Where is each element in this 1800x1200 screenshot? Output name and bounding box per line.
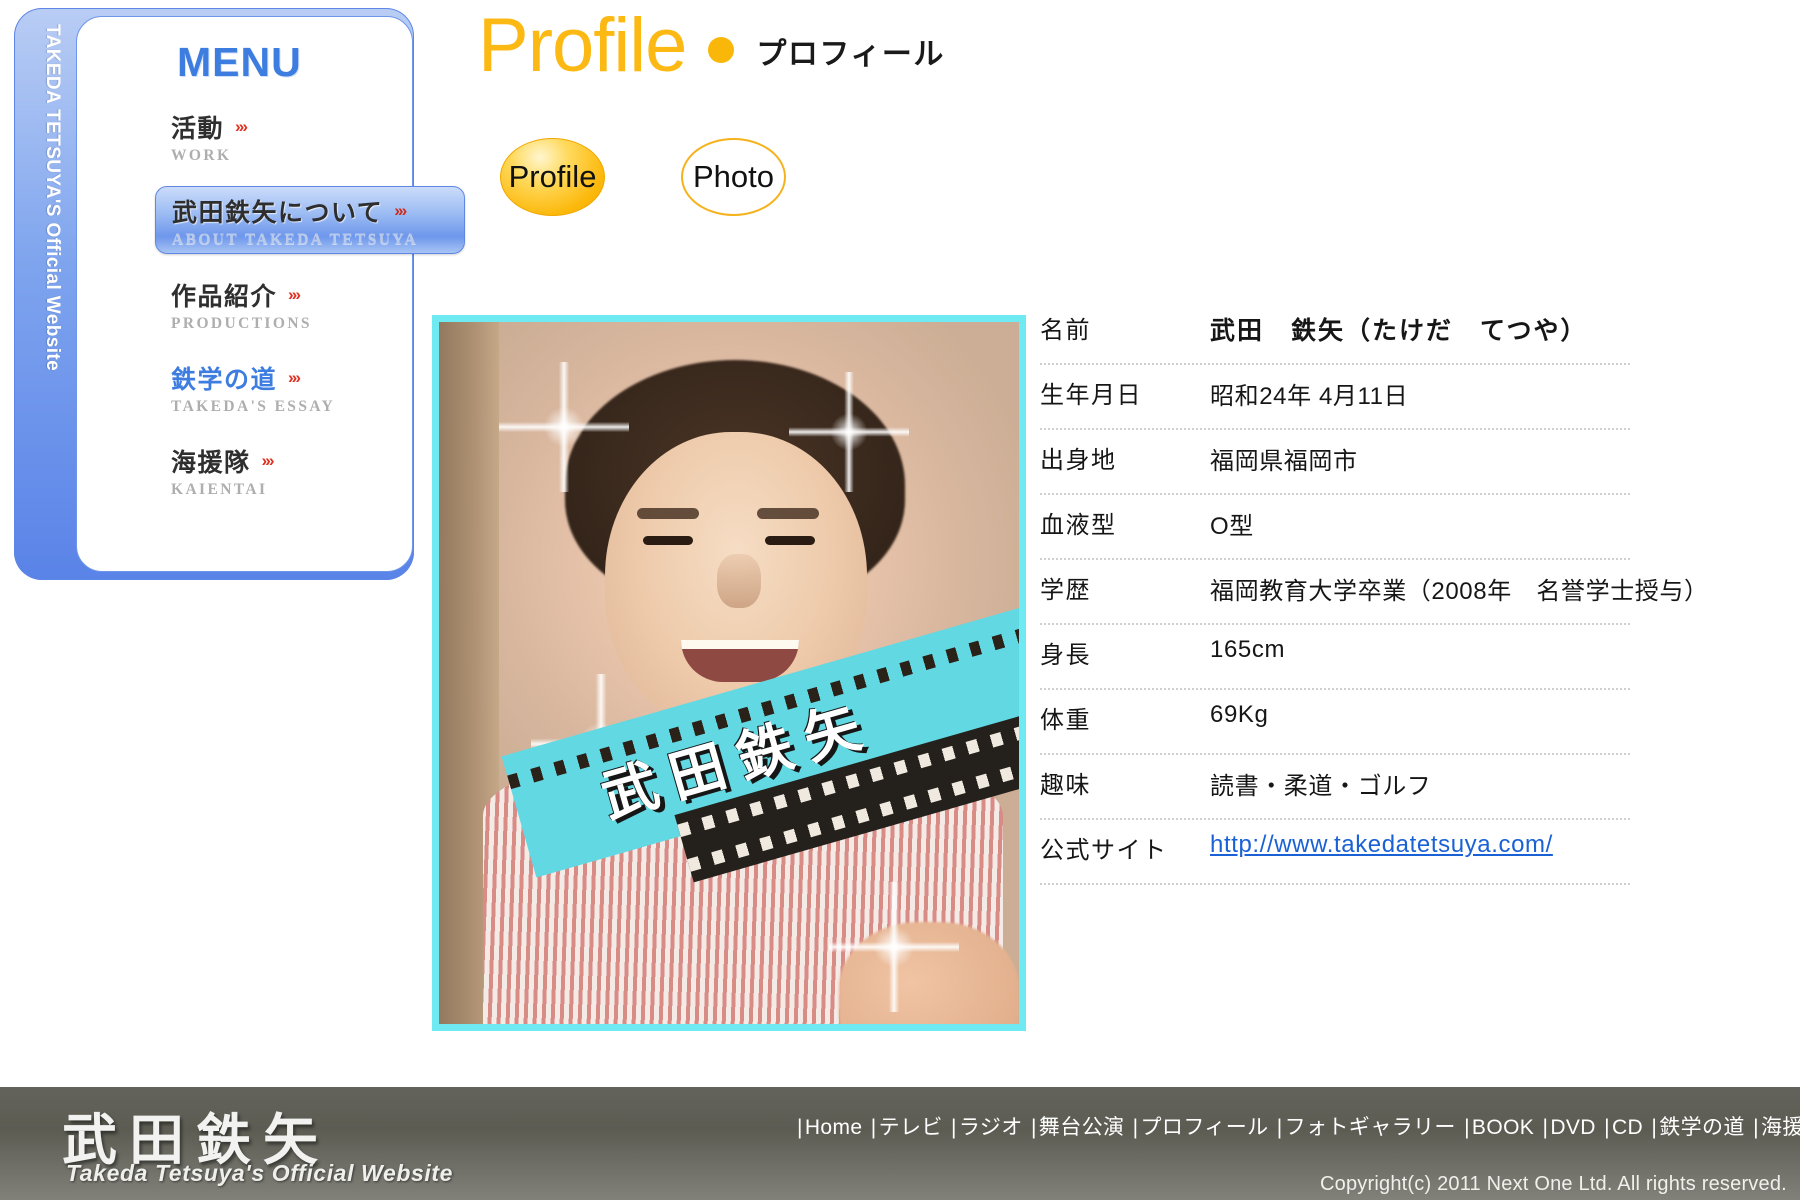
profile-row: 趣味 読書・柔道・ゴルフ — [1040, 755, 1630, 820]
chevron-right-icon: ››› — [394, 201, 407, 220]
sidebar: TAKEDA TETSUYA'S Official Website MENU 活… — [14, 8, 465, 580]
footer-nav-separator: | — [1651, 1116, 1658, 1139]
footer-nav-link-0[interactable]: Home — [805, 1116, 863, 1139]
footer-nav-separator: | — [1276, 1116, 1283, 1139]
footer-nav-separator: | — [1132, 1116, 1139, 1139]
profile-value[interactable]: http://www.takedatetsuya.com/ — [1210, 820, 1553, 859]
profile-photo: 武田鉄矢 — [432, 315, 1026, 1031]
profile-value: O型 — [1210, 513, 1254, 540]
photo-eye-right — [765, 536, 815, 545]
sidebar-panel: MENU 活動 ››› WORK 武田鉄矢について ››› ABOUT TAKEDA TE… — [76, 16, 465, 572]
menu-heading: MENU — [177, 39, 302, 85]
footer-nav-separator: | — [1464, 1116, 1470, 1139]
profile-label: 血液型 — [1040, 512, 1117, 539]
profile-row: 名前 武田 鉄矢（たけだ てつや） — [1040, 300, 1630, 365]
profile-value: 福岡教育大学卒業（2008年 名誉学士授与） — [1210, 578, 1709, 605]
footer-nav-separator: | — [870, 1116, 877, 1139]
profile-row: 学歴 福岡教育大学卒業（2008年 名誉学士授与） — [1040, 560, 1708, 625]
footer-nav-link-1[interactable]: テレビ — [879, 1116, 943, 1139]
footer-nav-link-6[interactable]: BOOK — [1472, 1116, 1534, 1139]
footer-nav-link-4[interactable]: プロフィール — [1141, 1116, 1269, 1139]
sidebar-item-label-en: PRODUCTIONS — [171, 315, 312, 332]
footer-nav-link-7[interactable]: DVD — [1550, 1116, 1596, 1139]
sidebar-item-label-jp: 海援隊 — [171, 449, 251, 477]
sidebar-item-label-en: WORK — [171, 147, 232, 164]
profile-details-table: 名前 武田 鉄矢（たけだ てつや） 生年月日 昭和24年 4月11日出身地 福岡県福岡市… — [1040, 300, 1708, 885]
profile-value: 165cm — [1210, 636, 1286, 663]
chevron-right-icon: ››› — [288, 285, 301, 304]
sidebar-item-label-jp: 鉄学の道 — [171, 366, 278, 394]
profile-row: 公式サイト http://www.takedatetsuya.com/ — [1040, 820, 1630, 885]
footer-nav-link-3[interactable]: 舞台公演 — [1039, 1116, 1125, 1139]
site-footer: 武田鉄矢 Takeda Tetsuya's Official Website |… — [0, 1087, 1800, 1200]
profile-row: 生年月日 昭和24年 4月11日 — [1040, 365, 1630, 430]
tab-photo[interactable]: Photo — [681, 138, 786, 216]
chevron-right-icon: ››› — [235, 117, 248, 136]
page-title-jp: プロフィール — [756, 38, 945, 71]
profile-row: 血液型 O型 — [1040, 495, 1630, 560]
profile-value: 69Kg — [1210, 701, 1269, 728]
photo-brow-left — [637, 508, 699, 519]
chevron-right-icon: ››› — [261, 451, 275, 470]
profile-label: 公式サイト — [1040, 837, 1168, 864]
profile-label: 趣味 — [1040, 772, 1091, 799]
profile-row: 身長 165cm — [1040, 625, 1630, 690]
profile-label: 名前 — [1040, 317, 1091, 344]
photo-nose — [717, 554, 761, 608]
chevron-right-icon: ››› — [288, 368, 301, 387]
footer-nav-link-2[interactable]: ラジオ — [959, 1116, 1023, 1139]
footer-nav-separator: | — [1604, 1116, 1610, 1139]
sidebar-item-label-jp: 活動 — [171, 115, 225, 143]
profile-label: 体重 — [1040, 707, 1091, 734]
sidebar-item-0[interactable]: 活動 ››› WORK — [155, 103, 465, 169]
sidebar-item-label-jp: 作品紹介 — [171, 283, 278, 311]
profile-value: 福岡県福岡市 — [1210, 448, 1358, 475]
profile-value: 読書・柔道・ゴルフ — [1210, 773, 1432, 800]
sidebar-item-label-jp: 武田鉄矢について — [172, 199, 384, 227]
photo-eye-left — [643, 536, 693, 545]
sidebar-item-3[interactable]: 鉄学の道 ››› TAKEDA'S ESSAY — [155, 354, 465, 420]
page-title-en: Profile — [478, 3, 687, 88]
profile-photo-tabs: Profile Photo — [500, 138, 786, 216]
sidebar-item-1[interactable]: 武田鉄矢について ››› ABOUT TAKEDA TETSUYA — [155, 186, 465, 254]
footer-nav-link-5[interactable]: フォトギャラリー — [1285, 1116, 1456, 1139]
photo-brow-right — [757, 508, 819, 519]
footer-nav-separator: | — [1542, 1116, 1549, 1139]
footer-logo-en: Takeda Tetsuya's Official Website — [66, 1160, 454, 1186]
footer-copyright: Copyright(c) 2011 Next One Ltd. All righ… — [1320, 1173, 1787, 1195]
profile-label: 生年月日 — [1040, 382, 1142, 409]
page-title: Profile プロフィール — [478, 8, 945, 84]
footer-nav-link-9[interactable]: 鉄学の道 — [1659, 1116, 1745, 1139]
footer-nav-separator: | — [951, 1116, 957, 1139]
profile-row: 出身地 福岡県福岡市 — [1040, 430, 1630, 495]
photo-hand — [839, 922, 1019, 1024]
tab-profile[interactable]: Profile — [500, 138, 605, 216]
sidebar-item-4[interactable]: 海援隊 ››› KAIENTAI — [155, 437, 465, 503]
official-site-link[interactable]: http://www.takedatetsuya.com/ — [1210, 831, 1553, 858]
footer-nav-link-8[interactable]: CD — [1612, 1116, 1643, 1139]
sidebar-item-2[interactable]: 作品紹介 ››› PRODUCTIONS — [155, 271, 465, 337]
sidebar-menu-list: 活動 ››› WORK 武田鉄矢について ››› ABOUT TAKEDA TETSUYA… — [155, 103, 465, 520]
sidebar-item-label-en: ABOUT TAKEDA TETSUYA — [172, 231, 419, 248]
footer-nav: |Home |テレビ |ラジオ |舞台公演 |プロフィール |フォトギャラリー … — [795, 1111, 1800, 1141]
sidebar-item-label-en: TAKEDA'S ESSAY — [171, 398, 336, 415]
footer-nav-separator: | — [1030, 1116, 1037, 1139]
footer-nav-separator: | — [1753, 1116, 1759, 1139]
profile-value: 武田 鉄矢（たけだ てつや） — [1210, 317, 1588, 345]
profile-label: 学歴 — [1040, 577, 1091, 604]
profile-label: 出身地 — [1040, 447, 1117, 474]
title-bullet-icon — [708, 37, 735, 63]
sidebar-item-label-en: KAIENTAI — [171, 481, 268, 498]
site-vertical-title: TAKEDA TETSUYA'S Official Website — [42, 24, 63, 372]
profile-value: 昭和24年 4月11日 — [1210, 383, 1409, 410]
profile-label: 身長 — [1040, 642, 1091, 669]
footer-nav-separator: | — [797, 1116, 803, 1139]
footer-nav-link-10[interactable]: 海援隊 — [1761, 1116, 1800, 1139]
profile-row: 体重 69Kg — [1040, 690, 1630, 755]
